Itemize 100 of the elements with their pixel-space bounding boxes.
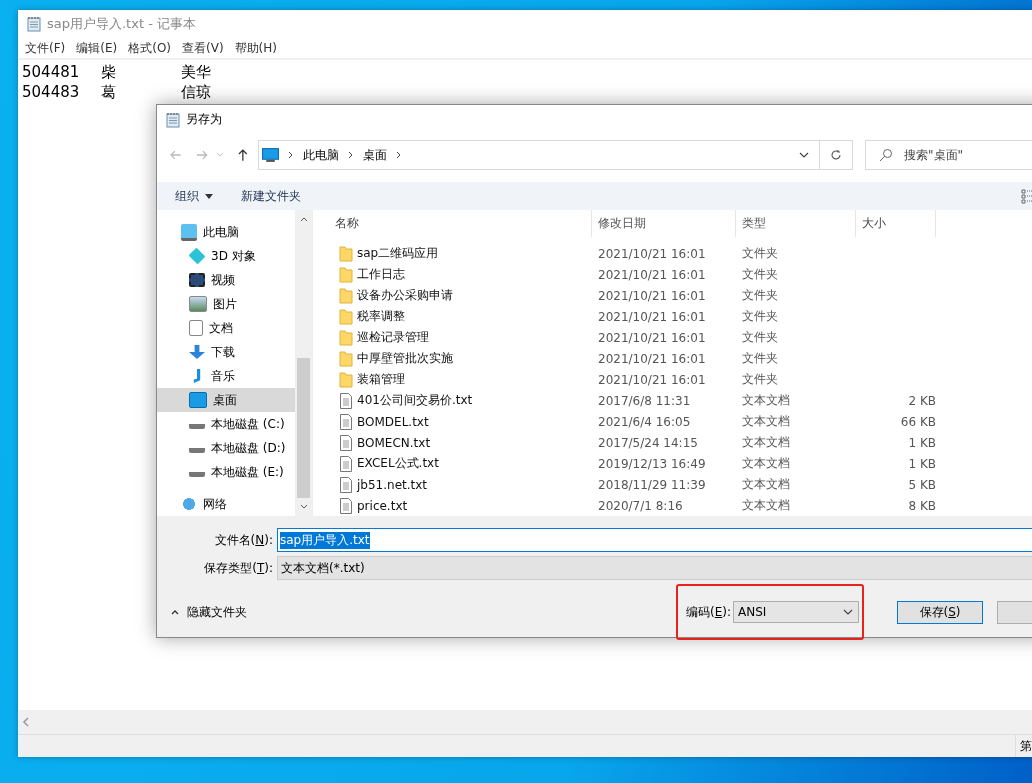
notepad-icon	[27, 16, 41, 32]
text-cell-text: 504483	[22, 83, 81, 101]
menu-item[interactable]: 查看(V)	[182, 39, 224, 57]
horizontal-scrollbar[interactable]	[18, 710, 1032, 735]
folder-icon	[339, 350, 353, 367]
sidebar-item[interactable]: 音乐	[157, 364, 295, 388]
hide-folders-toggle[interactable]: 隐藏文件夹	[171, 603, 247, 621]
column-header[interactable]: 大小	[856, 210, 936, 237]
breadcrumb-item[interactable]: 此电脑	[302, 146, 339, 164]
dialog-title: 另存为	[186, 111, 222, 128]
sidebar-item[interactable]: 本地磁盘 (E:)	[157, 460, 295, 484]
sidebar-item[interactable]: 下载	[157, 340, 295, 364]
folder-icon	[339, 371, 353, 388]
address-bar[interactable]: 此电脑 桌面	[257, 140, 820, 170]
file-name[interactable]: 401公司间交易价.txt	[357, 392, 473, 409]
type-cell-text: 文件夹	[741, 308, 779, 325]
date-cell-text: 2021/10/21 16:01	[597, 246, 707, 261]
text-file-icon	[339, 455, 353, 472]
date-cell-text: 2018/11/29 11:39	[597, 477, 707, 492]
type-cell-text: 文本文档	[741, 392, 791, 409]
file-name[interactable]: 装箱管理	[357, 371, 405, 388]
dropdown-caret-icon[interactable]	[798, 152, 809, 158]
file-name[interactable]: 工作日志	[357, 266, 405, 283]
file-name[interactable]: jb51.net.txt	[357, 477, 428, 492]
organize-menu[interactable]: 组织	[175, 187, 213, 205]
menu-item[interactable]: 编辑(E)	[76, 39, 118, 57]
size-cell: 1 KB	[908, 435, 936, 450]
date-cell-text: 2019/12/13 16:49	[597, 456, 707, 471]
search-icon	[879, 148, 893, 162]
forward-icon[interactable]	[194, 148, 209, 162]
chevron-icon[interactable]	[287, 151, 294, 159]
video-icon	[189, 273, 205, 287]
breadcrumb-item[interactable]: 桌面	[362, 146, 387, 164]
file-name[interactable]: 巡检记录管理	[357, 329, 429, 346]
size-cell: 66 KB	[900, 414, 936, 429]
chevron-icon[interactable]	[347, 151, 354, 159]
text-cell-text: 葛	[101, 82, 117, 102]
sidebar-item[interactable]: 3D 对象	[157, 244, 295, 268]
menu-item[interactable]: 帮助(H)	[234, 39, 277, 57]
sidebar-item[interactable]: 桌面	[157, 388, 295, 412]
size-cell: 8 KB	[908, 498, 936, 513]
file-name[interactable]: BOMECN.txt	[357, 435, 431, 450]
back-icon[interactable]	[169, 148, 183, 162]
menu-item[interactable]: 格式(O)	[128, 39, 172, 57]
file-type-dropdown[interactable]: 文本文档(*.txt)	[277, 556, 1032, 580]
type-cell-text: 文本文档	[741, 413, 791, 430]
scroll-up-icon[interactable]	[299, 216, 308, 222]
scrollbar-thumb[interactable]	[297, 358, 310, 498]
encoding-dropdown[interactable]: ANSI	[733, 601, 859, 623]
chevron-icon[interactable]	[395, 151, 402, 159]
file-name[interactable]: BOMDEL.txt	[357, 414, 429, 429]
type-cell-text: 文件夹	[741, 266, 779, 283]
search-field[interactable]: 搜索"桌面"	[865, 140, 1032, 170]
sidebar-item[interactable]: 本地磁盘 (C:)	[157, 412, 295, 436]
document-icon	[189, 320, 203, 336]
type-cell-text: 文件夹	[741, 329, 779, 346]
vertical-scrollbar[interactable]	[295, 210, 312, 516]
computer-icon	[181, 223, 197, 241]
column-header[interactable]: 修改日期	[592, 210, 736, 237]
file-name[interactable]: 中厚壁管批次实施	[357, 350, 453, 367]
up-icon[interactable]	[236, 148, 250, 162]
size-cell: 1 KB	[908, 456, 936, 471]
scroll-down-icon[interactable]	[299, 504, 308, 510]
date-cell-text: 2020/7/1 8:16	[597, 498, 684, 513]
file-name[interactable]: 设备办公采购申请	[357, 287, 453, 304]
date-cell-text: 2021/10/21 16:01	[597, 309, 707, 324]
type-cell-text: 文本文档	[741, 476, 791, 493]
new-folder-button[interactable]: 新建文件夹	[241, 187, 301, 205]
recent-caret-icon[interactable]	[216, 152, 225, 158]
refresh-button[interactable]	[819, 140, 853, 170]
column-header[interactable]: 名称	[315, 210, 592, 237]
save-button[interactable]: 保存(S)	[897, 600, 983, 624]
date-cell-text: 2021/10/21 16:01	[597, 372, 707, 387]
file-name[interactable]: price.txt	[357, 498, 408, 513]
sidebar-item[interactable]: 文档	[157, 316, 295, 340]
file-name[interactable]: sap二维码应用	[357, 245, 439, 262]
type-cell-text: 文件夹	[741, 245, 779, 262]
window-title: sap用户导入.txt - 记事本	[47, 15, 196, 33]
type-cell-text: 文件夹	[741, 350, 779, 367]
sidebar-item[interactable]: 此电脑	[157, 220, 295, 244]
sidebar-item[interactable]: 视频	[157, 268, 295, 292]
filename-field[interactable]: sap用户导入.txt	[277, 528, 1032, 552]
scroll-left-icon[interactable]	[22, 717, 30, 727]
column-header[interactable]: 类型	[736, 210, 856, 237]
file-name[interactable]: EXCEL公式.txt	[357, 455, 439, 472]
sidebar-item[interactable]: 网络	[157, 492, 295, 516]
encoding-label: 编码(E):	[686, 603, 731, 621]
date-cell-text: 2021/10/21 16:01	[597, 351, 707, 366]
notepad-icon	[166, 111, 180, 128]
text-file-icon	[339, 476, 353, 493]
sidebar-item[interactable]: 图片	[157, 292, 295, 316]
date-cell-text: 2017/5/24 14:15	[597, 435, 699, 450]
file-name[interactable]: 税率调整	[357, 308, 405, 325]
menu-item[interactable]: 文件(F)	[25, 39, 66, 57]
folder-icon	[339, 308, 353, 325]
sidebar-item[interactable]: 本地磁盘 (D:)	[157, 436, 295, 460]
picture-icon	[189, 296, 207, 312]
date-cell-text: 2021/10/21 16:01	[597, 267, 707, 282]
folder-icon	[339, 287, 353, 304]
text-cell-text: 柴	[101, 62, 117, 82]
